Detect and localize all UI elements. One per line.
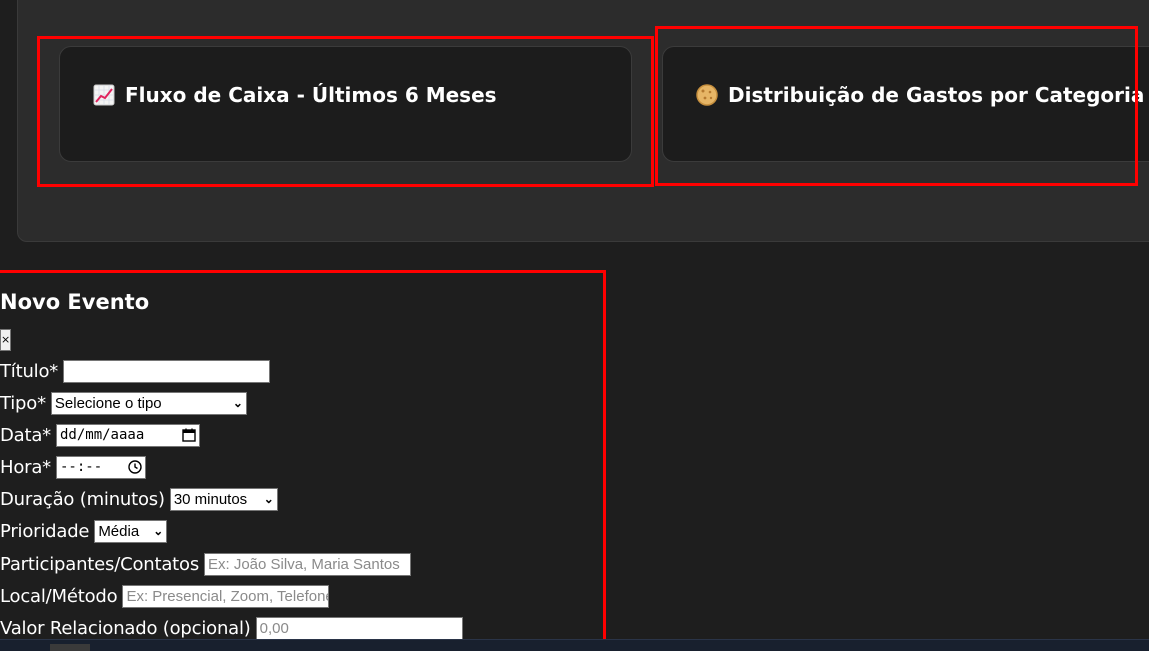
duration-select-value: 30 minutos [173,490,248,508]
participants-row: Participantes/Contatos Ex: João Silva, M… [0,551,411,577]
priority-label: Prioridade [0,520,90,542]
cashflow-chart-card: Fluxo de Caixa - Últimos 6 Meses [59,46,632,162]
type-label: Tipo* [0,392,46,414]
type-select[interactable]: Selecione o tipo ⌄ [50,391,247,415]
date-placeholder: dd/mm/aaaa [59,427,145,443]
spending-title-text: Distribuição de Gastos por Categoria [728,83,1145,107]
location-label: Local/Método [0,585,118,607]
title-row: Título* [0,358,271,384]
bottom-tab [50,644,90,651]
cashflow-card-title: Fluxo de Caixa - Últimos 6 Meses [93,83,497,107]
location-input[interactable]: Ex: Presencial, Zoom, Telefone [122,584,330,608]
date-row: Data* dd/mm/aaaa [0,422,200,448]
duration-select[interactable]: 30 minutos ⌄ [169,487,278,511]
modal-title: Novo Evento [0,290,150,314]
value-row: Valor Relacionado (opcional) 0,00 [0,615,463,641]
time-row: Hora* --:-- [0,454,146,480]
date-input[interactable]: dd/mm/aaaa [55,423,200,447]
duration-label: Duração (minutos) [0,488,165,510]
location-row: Local/Método Ex: Presencial, Zoom, Telef… [0,583,330,609]
time-label: Hora* [0,456,51,478]
date-label: Data* [0,424,51,446]
title-input[interactable] [63,359,271,383]
priority-select[interactable]: Média ⌄ [94,519,168,543]
priority-select-value: Média [98,522,140,540]
chart-increasing-icon [93,84,115,106]
clock-icon[interactable] [128,460,142,474]
cashflow-title-text: Fluxo de Caixa - Últimos 6 Meses [125,83,497,107]
type-select-value: Selecione o tipo [54,394,162,412]
bottom-bar [0,639,1149,651]
chevron-down-icon: ⌄ [153,524,164,538]
time-placeholder: --:-- [59,459,103,475]
value-input[interactable]: 0,00 [255,616,463,640]
calendar-icon[interactable] [182,428,196,442]
participants-label: Participantes/Contatos [0,553,199,575]
spending-chart-card: Distribuição de Gastos por Categoria [662,46,1149,162]
participants-input[interactable]: Ex: João Silva, Maria Santos [204,552,411,576]
duration-row: Duração (minutos) 30 minutos ⌄ [0,486,278,512]
time-input[interactable]: --:-- [55,455,146,479]
value-label: Valor Relacionado (opcional) [0,617,251,639]
priority-row: Prioridade Média ⌄ [0,518,168,544]
chevron-down-icon: ⌄ [263,492,274,506]
pie-chart-icon [696,84,718,106]
spending-card-title: Distribuição de Gastos por Categoria [696,83,1144,107]
type-row: Tipo* Selecione o tipo ⌄ [0,390,247,416]
close-button[interactable]: × [0,329,11,351]
title-label: Título* [0,360,59,382]
chevron-down-icon: ⌄ [232,396,243,410]
